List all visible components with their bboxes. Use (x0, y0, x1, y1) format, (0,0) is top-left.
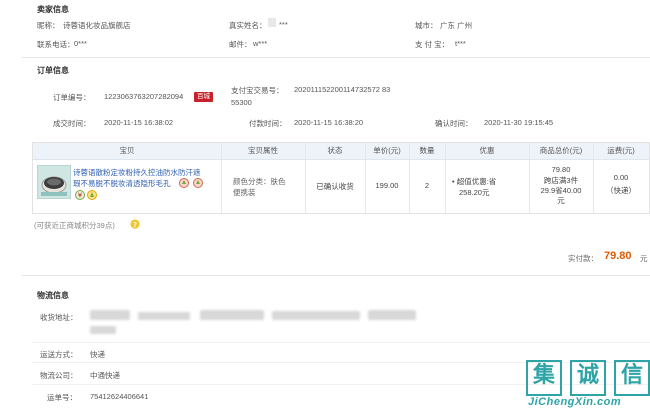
created-value: 2020-11-15 16:38:02 (104, 118, 174, 127)
order-number-label: 订单编号： (53, 93, 91, 102)
paid-amount-unit: 元 (640, 254, 648, 263)
svg-text:¥: ¥ (78, 192, 83, 200)
item-attr-line2: 便携装 (233, 188, 256, 197)
seller-section-title: 卖家信息 (37, 5, 69, 14)
item-discount-line1: • 超值优惠:省 (452, 177, 497, 186)
powder-compact-icon (41, 176, 67, 196)
seller-city-value: 广东 广州 (440, 21, 473, 30)
col-divider (221, 143, 222, 213)
seller-nick-label: 昵称： (37, 21, 60, 30)
paid-amount-label: 实付款： (568, 254, 598, 263)
table-header: 宝贝 宝贝属性 状态 单价(元) 数量 优惠 商品总价(元) 运费(元) (33, 143, 649, 160)
order-number-value: 1223063763207282094 (104, 92, 184, 101)
divider (22, 57, 650, 58)
seller-email-value: w*** (253, 39, 268, 48)
divider (22, 275, 650, 276)
item-status: 已确认收货 (316, 182, 354, 191)
tracking-label: 运单号： (47, 393, 77, 402)
divider (32, 342, 650, 343)
order-badge: 百城 (194, 91, 213, 102)
th-item: 宝贝 (119, 146, 135, 155)
address-label: 收货地址： (40, 313, 78, 322)
seller-realname-value: *** (279, 20, 288, 29)
item-discount-line2: 258.20元 (459, 188, 490, 197)
svg-text:?: ? (133, 221, 137, 229)
item-unit-price: 199.00 (375, 181, 399, 190)
item-shipping-line2: （快递） (606, 186, 636, 195)
items-table: 宝贝 宝贝属性 状态 单价(元) 数量 优惠 商品总价(元) 运费(元) 诗蓉语… (32, 142, 650, 214)
product-thumbnail[interactable] (37, 165, 71, 199)
col-divider (305, 143, 306, 213)
seller-phone-value: 0*** (74, 39, 87, 48)
watermark-site: JiChengXin.com (528, 396, 622, 408)
alipay-trade-value-line1: 202011152200114732572 83 (294, 85, 391, 94)
logistics-section-title: 物流信息 (37, 291, 69, 300)
help-icon[interactable]: ? (130, 219, 140, 231)
product-title-line1[interactable]: 诗蓉语散粉定妆粉持久控油防水防汗遮 (73, 167, 201, 178)
th-shipping: 运费(元) (607, 146, 635, 155)
created-label: 成交时间： (53, 119, 91, 128)
product-service-icons: ¥ (75, 190, 137, 202)
alipay-trade-value-line2: 55300 (231, 98, 252, 107)
tracking-value[interactable]: 75412624406641 (90, 392, 148, 401)
shipping-method-label: 运送方式： (40, 350, 78, 359)
paid-amount-value: 79.80 (604, 250, 632, 262)
item-total-line4: 元 (557, 196, 565, 205)
item-qty: 2 (424, 181, 430, 190)
service-badge-icons: ¥ (75, 190, 97, 200)
confirmed-label: 确认时间： (435, 119, 473, 128)
item-shipping-line1: 0.00 (613, 173, 629, 182)
col-divider (365, 143, 366, 213)
product-title-line2[interactable]: 瑕不易脱不脱妆清透隐形毛孔 (73, 178, 171, 189)
points-note: (可获近正商城积分39点) (34, 221, 115, 230)
shipping-method-value: 快递 (90, 350, 105, 359)
paid-label: 付款时间： (249, 119, 287, 128)
seller-phone-label: 联系电话： (37, 40, 75, 49)
service-badge-icons (179, 178, 203, 188)
courier-value: 中通快递 (90, 371, 120, 380)
order-section-title: 订单信息 (37, 66, 69, 75)
th-status: 状态 (327, 146, 343, 155)
confirmed-value: 2020-11-30 19:15:45 (484, 118, 554, 127)
watermark-char-2: 诚 (570, 360, 606, 396)
th-qty: 数量 (419, 146, 435, 155)
col-divider (409, 143, 410, 213)
th-unit-price: 单价(元) (373, 146, 401, 155)
th-discount: 优惠 (479, 146, 495, 155)
seller-alipay-label: 支 付 宝： (415, 40, 450, 49)
question-icon: ? (130, 219, 140, 229)
col-divider (445, 143, 446, 213)
realname-blur (268, 18, 276, 27)
seller-realname-label: 真实姓名： (229, 21, 267, 30)
order-badge-label: 百城 (194, 92, 213, 102)
th-attr: 宝贝属性 (248, 146, 278, 155)
seller-alipay-value: t*** (455, 39, 466, 48)
courier-label: 物流公司： (40, 371, 78, 380)
item-total-line1: 79.80 (551, 165, 571, 174)
watermark-char-3: 信 (614, 360, 650, 396)
seller-city-label: 城市： (415, 21, 438, 30)
item-attr-line1: 颜色分类：肤色 (233, 177, 286, 186)
alipay-trade-label: 支付宝交易号： (231, 86, 284, 95)
watermark-char-1: 集 (526, 360, 562, 396)
seller-nick-value: 诗蓉语化妆品旗舰店 (63, 21, 131, 30)
seller-email-label: 邮件： (229, 40, 252, 49)
product-service-icons-2 (179, 178, 213, 190)
paid-value: 2020-11-15 16:38:20 (294, 118, 364, 127)
th-total: 商品总价(元) (539, 146, 583, 155)
